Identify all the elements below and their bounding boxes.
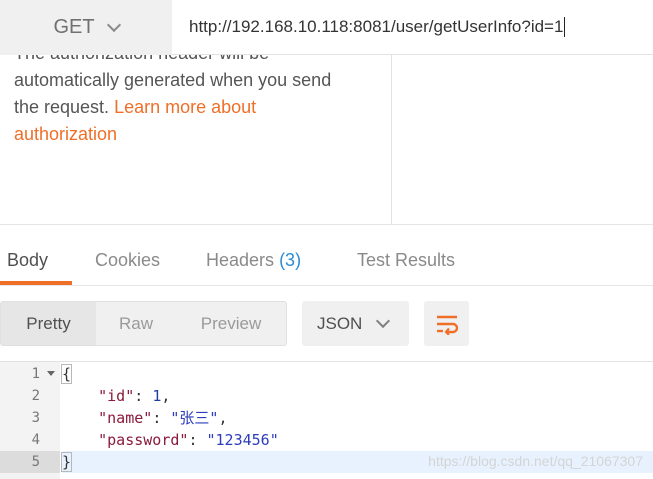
json-value: "123456" [206, 431, 279, 449]
preview-label: Preview [200, 313, 262, 333]
active-tab-indicator [0, 281, 72, 285]
line-number: 4 [31, 432, 40, 448]
json-key: "password" [98, 431, 189, 449]
code-line: "id": 1, [62, 385, 653, 407]
tab-test-results-label: Test Results [357, 250, 456, 270]
json-key: "name" [98, 409, 153, 427]
json-comma: , [218, 409, 228, 427]
line-number: 2 [31, 388, 40, 404]
auth-text-line1: The authorization header will be [14, 55, 374, 67]
code-line: { [60, 363, 653, 385]
auth-text-line3: the request. [14, 97, 115, 117]
json-value: "张三" [170, 409, 219, 427]
line-number: 5 [0, 451, 60, 473]
json-key: "id" [98, 387, 135, 405]
tab-headers[interactable]: Headers (3) [206, 250, 301, 286]
response-tabs: Body Cookies Headers (3) Test Results [0, 236, 653, 286]
text-cursor [564, 17, 566, 37]
response-format-select[interactable]: JSON [302, 301, 409, 346]
pretty-label: Pretty [26, 313, 71, 333]
tab-cookies-label: Cookies [95, 250, 161, 270]
code-line: "name": "张三", [62, 407, 653, 429]
wrap-lines-icon [436, 315, 458, 335]
method-label: GET [53, 16, 95, 38]
preview-button[interactable]: Preview [176, 302, 286, 345]
request-bar: GET http://192.168.10.118:8081/user/getU… [0, 0, 653, 55]
line-number: 3 [31, 410, 40, 426]
close-brace: } [60, 452, 73, 472]
chevron-down-icon [376, 313, 391, 328]
url-input[interactable]: http://192.168.10.118:8081/user/getUserI… [172, 0, 653, 55]
json-sep: : [134, 387, 153, 405]
authorization-info: The authorization header will be automat… [14, 55, 374, 148]
wrap-lines-button[interactable] [424, 301, 469, 346]
json-comma: , [161, 387, 171, 405]
authorization-link[interactable]: authorization [14, 124, 117, 144]
tab-headers-label: Headers [206, 250, 275, 270]
response-body-editor[interactable]: 1 2 3 4 5 { "id": 1, "name": "张三", "pass… [0, 361, 653, 479]
auth-text-line2: automatically generated when you send [14, 70, 332, 90]
tab-body-label: Body [7, 250, 49, 270]
format-select-value: JSON [317, 313, 363, 333]
fold-arrow-icon[interactable] [47, 371, 55, 376]
json-sep: : [188, 431, 207, 449]
raw-button[interactable]: Raw [96, 302, 176, 345]
raw-label: Raw [118, 313, 153, 333]
tab-test-results[interactable]: Test Results [357, 250, 455, 286]
open-brace: { [60, 364, 73, 384]
authorization-panel: The authorization header will be automat… [0, 55, 653, 225]
learn-more-link[interactable]: Learn more about [114, 97, 256, 117]
method-select[interactable]: GET [0, 0, 172, 55]
watermark: https://blog.csdn.net/qq_21067307 [428, 453, 643, 469]
panel-divider [391, 55, 392, 224]
headers-count-badge: (3) [279, 250, 302, 270]
json-sep: : [152, 409, 171, 427]
code-line: "password": "123456" [62, 429, 653, 451]
json-value: 1 [152, 387, 162, 405]
pretty-button[interactable]: Pretty [1, 302, 96, 345]
url-value: http://192.168.10.118:8081/user/getUserI… [189, 17, 564, 36]
format-button-group: Pretty Raw Preview [0, 301, 287, 346]
chevron-down-icon [106, 17, 121, 32]
tab-cookies[interactable]: Cookies [95, 250, 160, 286]
